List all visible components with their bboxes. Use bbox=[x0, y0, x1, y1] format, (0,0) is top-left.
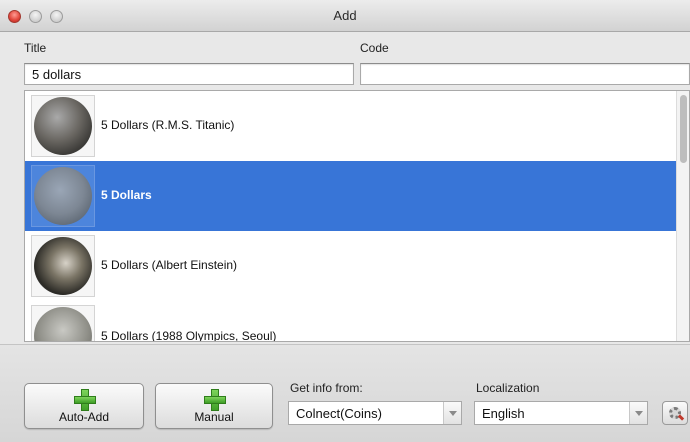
source-label: Get info from: bbox=[290, 381, 363, 395]
scrollbar-thumb[interactable] bbox=[680, 95, 687, 163]
title-label: Title bbox=[24, 41, 47, 55]
list-item-label: 5 Dollars (1988 Olympics, Seoul) bbox=[101, 329, 277, 342]
plus-icon bbox=[204, 389, 226, 411]
coin-thumbnail bbox=[31, 305, 95, 341]
results-list[interactable]: 5 Dollars (R.M.S. Titanic) 5 Dollars 5 D… bbox=[24, 90, 690, 342]
list-item[interactable]: 5 Dollars (R.M.S. Titanic) bbox=[25, 91, 677, 161]
dialog-content: Title Code 5 Dollars (R.M.S. Titanic) 5 … bbox=[0, 32, 690, 442]
gear-icon bbox=[669, 407, 681, 419]
coin-image bbox=[34, 307, 92, 341]
source-selected-value: Colnect(Coins) bbox=[296, 406, 382, 421]
window-title: Add bbox=[333, 8, 357, 23]
coin-thumbnail bbox=[31, 165, 95, 227]
localization-select[interactable]: English bbox=[474, 401, 648, 425]
list-item-label: 5 Dollars bbox=[101, 188, 152, 202]
chevron-down-icon[interactable] bbox=[443, 402, 461, 424]
title-bar: Add bbox=[0, 0, 690, 32]
bottom-toolbar: Auto-Add Manual Get info from: Colnect(C… bbox=[0, 344, 690, 442]
code-input[interactable] bbox=[360, 63, 690, 85]
code-label: Code bbox=[360, 41, 389, 55]
localization-label: Localization bbox=[476, 381, 540, 395]
source-select[interactable]: Colnect(Coins) bbox=[288, 401, 462, 425]
manual-label: Manual bbox=[194, 410, 234, 424]
coin-image bbox=[34, 97, 92, 155]
auto-add-button[interactable]: Auto-Add bbox=[24, 383, 144, 429]
coin-image bbox=[34, 237, 92, 295]
coin-thumbnail bbox=[31, 235, 95, 297]
coin-image bbox=[34, 167, 92, 225]
coin-thumbnail bbox=[31, 95, 95, 157]
manual-button[interactable]: Manual bbox=[155, 383, 273, 429]
list-item-label: 5 Dollars (R.M.S. Titanic) bbox=[101, 118, 235, 132]
list-item-label: 5 Dollars (Albert Einstein) bbox=[101, 258, 238, 272]
settings-button[interactable] bbox=[662, 401, 688, 425]
list-scrollbar[interactable] bbox=[676, 91, 689, 341]
list-item[interactable]: 5 Dollars (Albert Einstein) bbox=[25, 231, 677, 301]
list-item-selected[interactable]: 5 Dollars bbox=[25, 161, 677, 231]
list-item[interactable]: 5 Dollars (1988 Olympics, Seoul) bbox=[25, 301, 677, 342]
title-input[interactable] bbox=[24, 63, 354, 85]
chevron-down-icon[interactable] bbox=[629, 402, 647, 424]
plus-icon bbox=[74, 389, 96, 411]
localization-selected-value: English bbox=[482, 406, 525, 421]
auto-add-label: Auto-Add bbox=[58, 410, 110, 424]
